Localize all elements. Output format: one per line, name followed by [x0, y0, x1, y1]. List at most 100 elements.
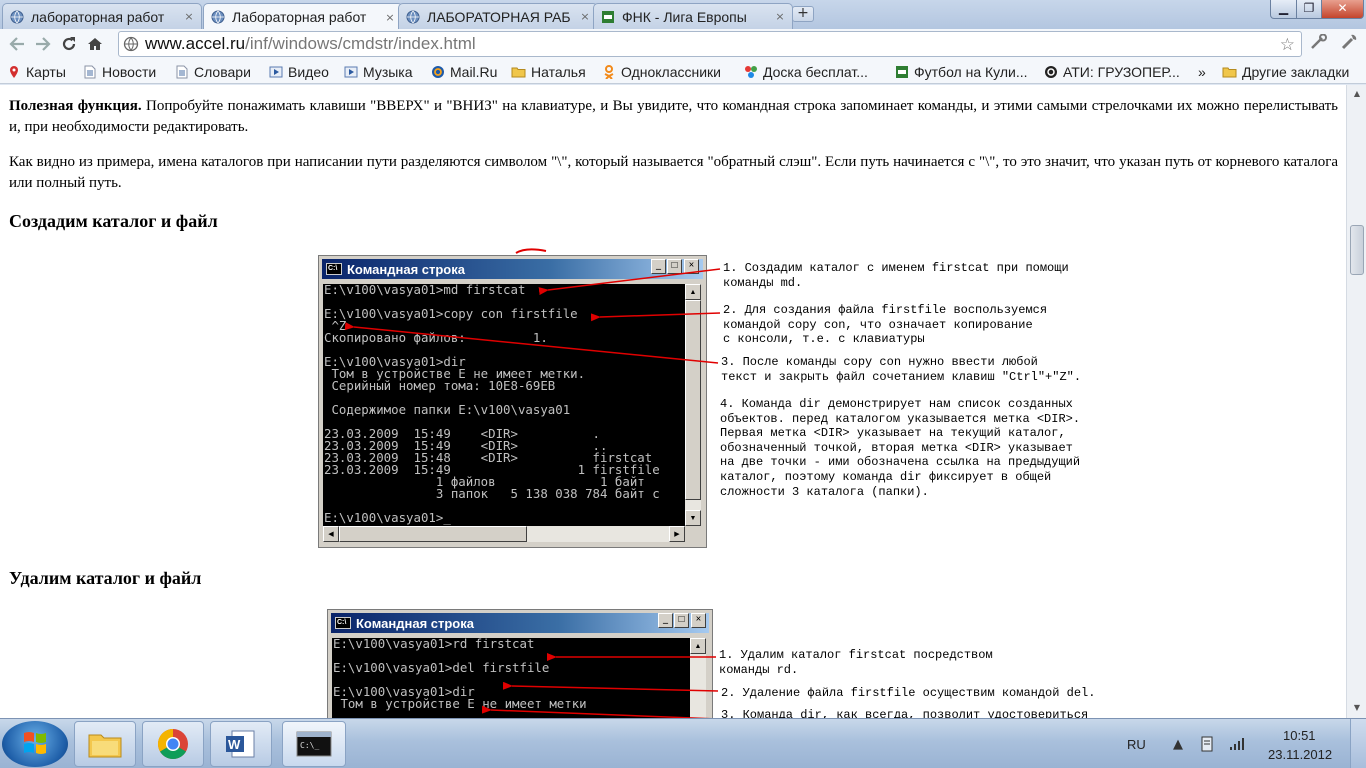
tab-close-icon[interactable]: × [384, 11, 396, 24]
reload-icon[interactable] [56, 31, 82, 57]
ati-icon [1043, 64, 1058, 79]
cmd-icon: C:\_ [296, 731, 332, 757]
windows-logo-icon [24, 732, 46, 754]
bookmarks-overflow-chevron[interactable]: » [1198, 62, 1206, 81]
start-button[interactable] [2, 721, 68, 767]
wrench-icon[interactable] [1340, 33, 1358, 55]
paragraph-path-separator: Как видно из примера, имена каталогов пр… [9, 154, 1338, 191]
minimize-button[interactable]: ▁ [1270, 0, 1297, 19]
bookmark-mailru[interactable]: Mail.Ru [430, 62, 497, 81]
bookmark-odnoklassniki[interactable]: Одноклассники [601, 62, 721, 81]
note-4-dir: 4. Команда dir демонстрирует нам список … [720, 397, 1081, 499]
bookmark-other[interactable]: Другие закладки [1222, 62, 1349, 81]
page-scrollbar-thumb[interactable] [1350, 225, 1364, 275]
clock-time[interactable]: 10:51 [1283, 728, 1316, 743]
language-indicator[interactable]: RU [1127, 737, 1146, 752]
fnk-icon [894, 64, 909, 79]
note-2-copy-con: 2. Для создания файла firstfile воспольз… [723, 303, 1048, 347]
address-bar[interactable]: www.accel.ru/inf/windows/cmdstr/index.ht… [118, 31, 1302, 57]
scroll-down-icon[interactable]: ▼ [1349, 701, 1365, 715]
tray-up-arrow-icon[interactable]: ▲ [1169, 735, 1187, 753]
cmd-window-1: C:\ Командная строка _ □ × E:\v100\vasya… [318, 255, 707, 548]
forward-icon[interactable] [30, 31, 56, 57]
tab-title: лабораторная работ [31, 8, 165, 25]
bookmark-ati[interactable]: АТИ: ГРУЗОПЕР... [1043, 62, 1180, 81]
tab-title: ЛАБОРАТОРНАЯ РАБ [427, 8, 571, 25]
word-icon: W [226, 730, 255, 758]
tab-3[interactable]: ЛАБОРАТОРНАЯ РАБ × [398, 3, 598, 29]
note-3-ctrl-z: 3. После команды copy con нужно ввести л… [721, 355, 1082, 384]
url-host: www.accel.ru [145, 34, 246, 53]
cmd-maximize-button: □ [674, 613, 689, 628]
bookmark-video[interactable]: Видео [268, 62, 329, 81]
bookmark-maps[interactable]: Карты [6, 62, 66, 81]
bookmark-board[interactable]: Доска бесплат... [743, 62, 868, 81]
windows-taskbar: W C:\_ RU ▲ 10:51 23.11.2012 [0, 718, 1366, 768]
cmd-titlebar: C:\ Командная строка [322, 259, 703, 279]
maximize-button[interactable]: ❐ [1296, 0, 1322, 19]
tab-4[interactable]: ФНК - Лига Европы × [593, 3, 793, 29]
console-output-1: E:\v100\vasya01>md firstcat E:\v100\vasy… [323, 284, 685, 526]
cmd-horizontal-scrollbar: ◀ ▶ [323, 526, 685, 542]
cmd-minimize-button: _ [651, 259, 666, 274]
cmd-vertical-scrollbar: ▲ [690, 638, 706, 718]
taskbar-chrome[interactable] [142, 721, 204, 767]
globe-icon [405, 9, 421, 25]
page-content: Полезная функция. Попробуйте понажимать … [0, 85, 1346, 718]
tab-close-icon[interactable]: × [183, 10, 195, 23]
taskbar-explorer[interactable] [74, 721, 136, 767]
bookmark-news[interactable]: Новости [82, 62, 156, 81]
back-icon[interactable] [4, 31, 30, 57]
page-scrollbar[interactable]: ▲ ▼ [1346, 85, 1366, 718]
bookmark-football[interactable]: Футбол на Кули... [894, 62, 1028, 81]
music-icon [343, 64, 358, 79]
bookmark-natalya[interactable]: Наталья [511, 62, 586, 81]
cmd-title: Командная строка [356, 615, 474, 631]
browser-toolbar: www.accel.ru/inf/windows/cmdstr/index.ht… [0, 29, 1366, 59]
tab-1[interactable]: лабораторная работ × [2, 3, 202, 29]
page-icon [174, 64, 189, 79]
fnk-icon [600, 9, 616, 25]
tab-close-icon[interactable]: × [579, 10, 591, 23]
board-icon [743, 64, 758, 79]
chrome-icon [157, 729, 188, 760]
bookmark-star-icon[interactable]: ☆ [1280, 35, 1295, 55]
bookmarks-bar: Карты Новости Словари Видео Музыка Mail.… [0, 59, 1366, 84]
bookmark-dictionaries[interactable]: Словари [174, 62, 251, 81]
new-tab-button[interactable]: + [792, 6, 814, 22]
video-icon [268, 64, 283, 79]
globe-icon [9, 9, 25, 25]
scroll-up-icon[interactable]: ▲ [1349, 87, 1365, 101]
cmd-titlebar: C:\ Командная строка [331, 613, 709, 633]
note-1-md: 1. Создадим каталог с именем firstcat пр… [723, 261, 1069, 290]
mail-icon [430, 64, 445, 79]
cmd-maximize-button: □ [667, 259, 682, 274]
cmd-icon: C:\ [335, 617, 351, 629]
tab-strip: лабораторная работ × Лабораторная работ … [0, 0, 1366, 30]
paragraph-useful-function: Полезная функция. Попробуйте понажимать … [9, 98, 1338, 135]
close-window-button[interactable]: ✕ [1321, 0, 1364, 19]
console-output-2: E:\v100\vasya01>rd firstcat E:\v100\vasy… [332, 638, 690, 718]
cmd-vertical-scrollbar: ▲ ▼ [685, 284, 701, 526]
url-path: /inf/windows/cmdstr/index.html [245, 34, 476, 53]
ok-icon [601, 64, 616, 79]
tab-close-icon[interactable]: × [774, 10, 786, 23]
page-icon [82, 64, 97, 79]
taskbar-cmd[interactable]: C:\_ [282, 721, 346, 767]
network-signal-icon[interactable] [1228, 735, 1246, 753]
taskbar-word[interactable]: W [210, 721, 272, 767]
tab-2-active[interactable]: Лабораторная работ × [203, 3, 403, 30]
cmd-minimize-button: _ [658, 613, 673, 628]
clock-date[interactable]: 23.11.2012 [1268, 747, 1332, 762]
explorer-icon [88, 734, 122, 758]
tray-device-icon[interactable] [1198, 735, 1216, 753]
page-menu-icon[interactable] [1310, 33, 1328, 54]
heading-delete: Удалим каталог и файл [9, 568, 202, 588]
home-icon[interactable] [82, 31, 108, 57]
folder-icon [511, 64, 526, 79]
bookmark-music[interactable]: Музыка [343, 62, 413, 81]
cmd-close-button: × [684, 259, 699, 274]
tab-title: Лабораторная работ [232, 9, 367, 25]
page-info-icon[interactable] [123, 36, 139, 52]
show-desktop-button[interactable] [1350, 719, 1366, 768]
